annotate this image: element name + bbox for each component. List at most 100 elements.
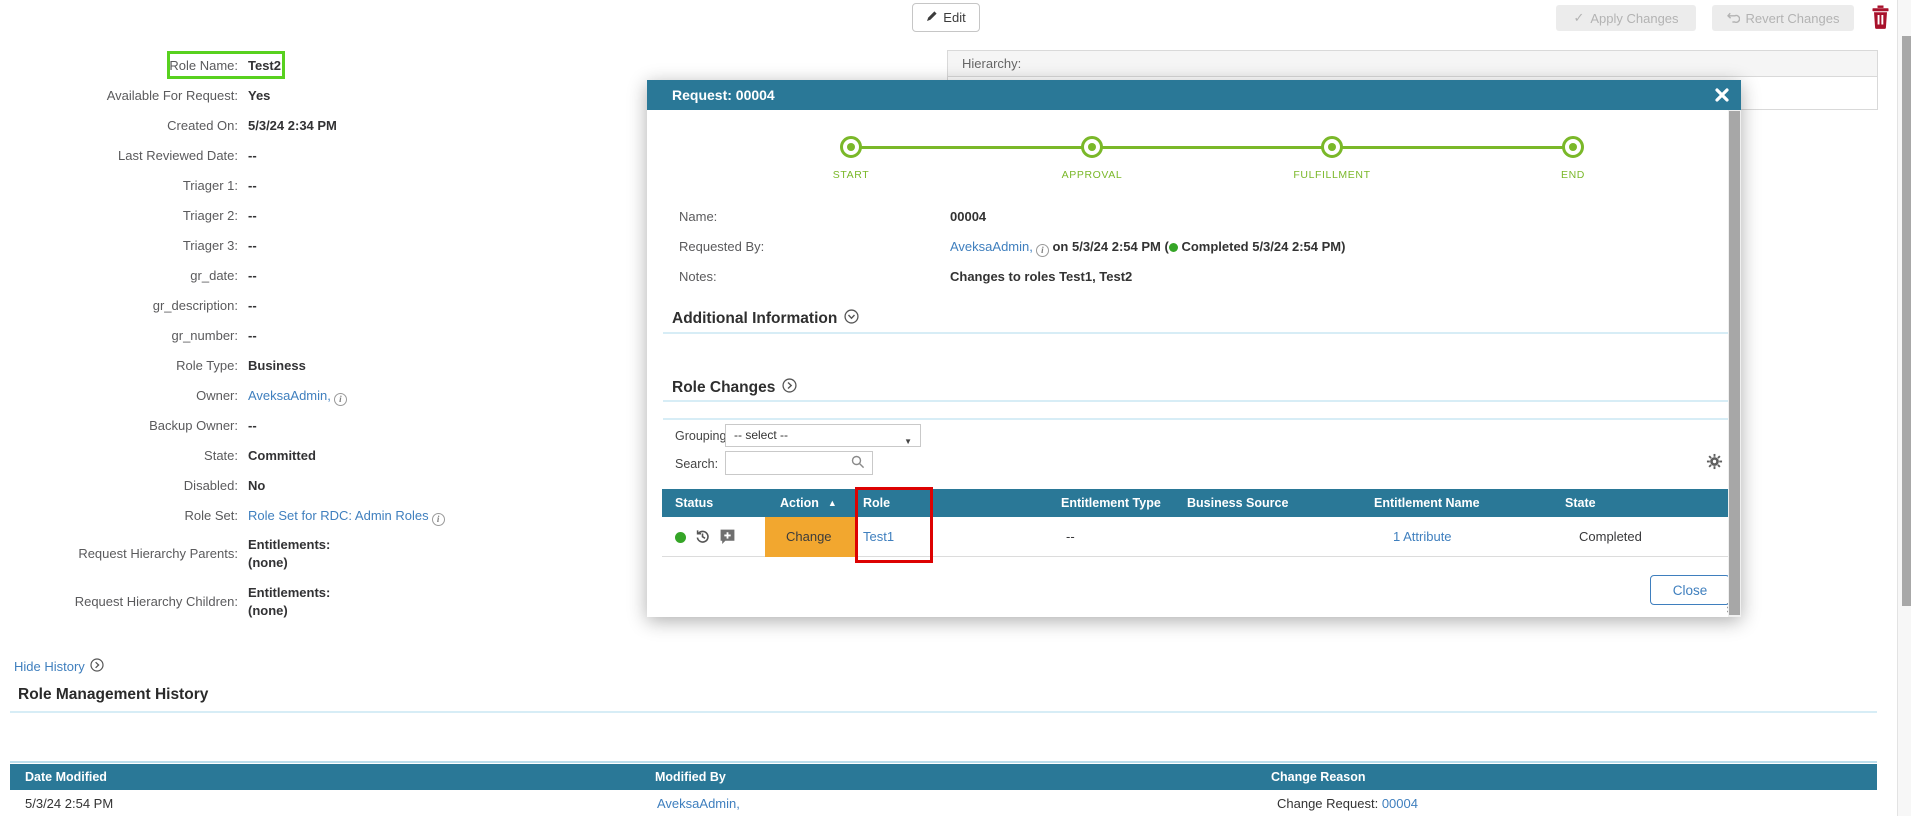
add-comment-icon[interactable] bbox=[719, 528, 736, 545]
field-value: -- bbox=[248, 177, 257, 195]
grouping-label: Grouping: bbox=[675, 429, 730, 443]
history-col-modified-by[interactable]: Modified By bbox=[655, 764, 726, 790]
info-icon[interactable]: i bbox=[334, 393, 347, 406]
history-table-header: Date Modified Modified By Change Reason bbox=[10, 764, 1877, 790]
request-requested-by-row: Requested By: AveksaAdmin,i on 5/3/24 2:… bbox=[679, 238, 1719, 256]
col-action[interactable]: Action▲ bbox=[780, 489, 837, 517]
field-label: State: bbox=[0, 447, 238, 465]
request-name-label: Name: bbox=[679, 209, 717, 224]
history-clock-icon[interactable] bbox=[694, 528, 711, 545]
modal-scrollbar-thumb[interactable] bbox=[1729, 111, 1740, 615]
request-modal-title: Request: 00004 bbox=[672, 87, 775, 103]
field-state: State:Committed bbox=[0, 447, 640, 465]
field-triager-2: Triager 2: -- bbox=[0, 207, 640, 225]
field-value: -- bbox=[248, 267, 257, 285]
notes-value: Changes to roles Test1, Test2 bbox=[950, 268, 1132, 286]
divider bbox=[663, 418, 1728, 420]
col-entitlement-name[interactable]: Entitlement Name bbox=[1374, 489, 1480, 517]
field-value: -- bbox=[248, 237, 257, 255]
history-table-row: 5/3/24 2:54 PM AveksaAdmin, Change Reque… bbox=[10, 790, 1877, 816]
field-triager-3: Triager 3: -- bbox=[0, 237, 640, 255]
role-set-link[interactable]: Role Set for RDC: Admin Roles bbox=[248, 508, 429, 523]
apply-changes-button[interactable]: ✓ Apply Changes bbox=[1556, 5, 1696, 31]
grouping-select[interactable]: -- select -- ▼ bbox=[725, 424, 921, 447]
col-entitlement-type[interactable]: Entitlement Type bbox=[1061, 489, 1161, 517]
request-modal: Request: 00004 START APPROVAL FULFILLMEN… bbox=[647, 80, 1741, 617]
field-label: Triager 3: bbox=[0, 237, 238, 255]
field-label: Backup Owner: bbox=[0, 417, 238, 435]
info-icon[interactable]: i bbox=[1036, 244, 1049, 257]
role-changes-table-header: Status Action▲ Role Entitlement Type Bus… bbox=[662, 489, 1728, 517]
search-icon[interactable] bbox=[851, 455, 865, 474]
history-cell-request-link[interactable]: 00004 bbox=[1382, 796, 1418, 811]
apply-changes-label: Apply Changes bbox=[1590, 11, 1678, 26]
chevron-right-circle-icon bbox=[782, 378, 797, 398]
workflow-step-approval-label: APPROVAL bbox=[1012, 169, 1172, 181]
field-label: Last Reviewed Date: bbox=[0, 147, 238, 165]
col-business-source[interactable]: Business Source bbox=[1187, 489, 1288, 517]
delete-role-trash-icon[interactable] bbox=[1871, 5, 1890, 29]
chevron-circle-icon bbox=[90, 658, 104, 675]
page-scrollbar[interactable] bbox=[1897, 0, 1911, 816]
field-triager-1: Triager 1:-- bbox=[0, 177, 640, 195]
requested-completed-text: Completed 5/3/24 2:54 PM) bbox=[1181, 239, 1345, 254]
field-label: Available For Request: bbox=[0, 87, 238, 105]
check-icon: ✓ bbox=[1573, 10, 1584, 26]
gear-icon[interactable] bbox=[1705, 453, 1723, 471]
revert-changes-button[interactable]: Revert Changes bbox=[1712, 5, 1854, 31]
role-changes-section[interactable]: Role Changes bbox=[672, 378, 797, 398]
workflow-step-start-label: START bbox=[771, 169, 931, 181]
field-label: gr_number: bbox=[0, 327, 238, 345]
history-cell-reason-prefix: Change Request: bbox=[1277, 796, 1378, 811]
field-value: Entitlements: bbox=[248, 537, 330, 552]
field-label: Disabled: bbox=[0, 477, 238, 495]
close-button[interactable]: Close bbox=[1650, 575, 1730, 605]
role-changes-title: Role Changes bbox=[672, 379, 775, 397]
history-col-date-modified[interactable]: Date Modified bbox=[25, 764, 107, 790]
chevron-down-icon: ▼ bbox=[904, 431, 912, 452]
hierarchy-panel-header: Hierarchy: bbox=[947, 50, 1878, 77]
field-value-2: (none) bbox=[248, 555, 288, 570]
screen: Edit ✓ Apply Changes Revert Changes Hier… bbox=[0, 0, 1911, 816]
requested-by-user-link[interactable]: AveksaAdmin, bbox=[950, 239, 1033, 254]
cell-entitlement-type: -- bbox=[1066, 517, 1075, 557]
revert-changes-label: Revert Changes bbox=[1746, 11, 1840, 26]
requested-on-text: on 5/3/24 2:54 PM ( bbox=[1052, 239, 1168, 254]
request-modal-header: Request: 00004 bbox=[647, 80, 1741, 110]
additional-information-section[interactable]: Additional Information bbox=[672, 309, 859, 329]
edit-button[interactable]: Edit bbox=[912, 3, 980, 32]
info-icon[interactable]: i bbox=[432, 513, 445, 526]
divider bbox=[10, 711, 1877, 713]
field-disabled: Disabled:No bbox=[0, 477, 640, 495]
col-status[interactable]: Status bbox=[675, 489, 713, 517]
field-gr-description: gr_description:-- bbox=[0, 297, 640, 315]
cell-entitlement-name-link[interactable]: 1 Attribute bbox=[1393, 529, 1452, 544]
role-change-row: Change Test1 -- 1 Attribute Completed bbox=[662, 517, 1728, 557]
field-created-on: Created On:5/3/24 2:34 PM bbox=[0, 117, 640, 135]
grouping-selected-value: -- select -- bbox=[734, 428, 788, 442]
field-available-for-request: Available For Request:Yes bbox=[0, 87, 640, 105]
workflow-step-start-dot bbox=[840, 136, 862, 158]
history-col-change-reason[interactable]: Change Reason bbox=[1271, 764, 1365, 790]
field-label: Triager 2: bbox=[0, 207, 238, 225]
col-state[interactable]: State bbox=[1565, 489, 1596, 517]
modal-scrollbar[interactable] bbox=[1728, 110, 1741, 617]
field-value: Entitlements: bbox=[248, 585, 330, 600]
field-request-hierarchy-children-value: Entitlements:(none) bbox=[0, 584, 640, 602]
field-value: -- bbox=[248, 297, 257, 315]
search-label: Search: bbox=[675, 457, 718, 471]
field-gr-date: gr_date: -- bbox=[0, 267, 640, 285]
page-scrollbar-thumb[interactable] bbox=[1902, 36, 1911, 606]
notes-label: Notes: bbox=[679, 269, 717, 284]
hide-history-link[interactable]: Hide History bbox=[14, 658, 104, 675]
request-notes-row: Notes: Changes to roles Test1, Test2 bbox=[679, 268, 1719, 286]
field-label: Role Set: bbox=[0, 507, 238, 525]
field-label: gr_date: bbox=[0, 267, 238, 285]
close-icon[interactable] bbox=[1713, 87, 1731, 105]
field-value: -- bbox=[248, 417, 257, 435]
owner-link[interactable]: AveksaAdmin, bbox=[248, 388, 331, 403]
history-cell-modified-by-link[interactable]: AveksaAdmin, bbox=[657, 796, 740, 811]
field-value: -- bbox=[248, 207, 257, 225]
pencil-icon bbox=[926, 10, 938, 25]
status-green-dot-icon bbox=[675, 532, 686, 543]
